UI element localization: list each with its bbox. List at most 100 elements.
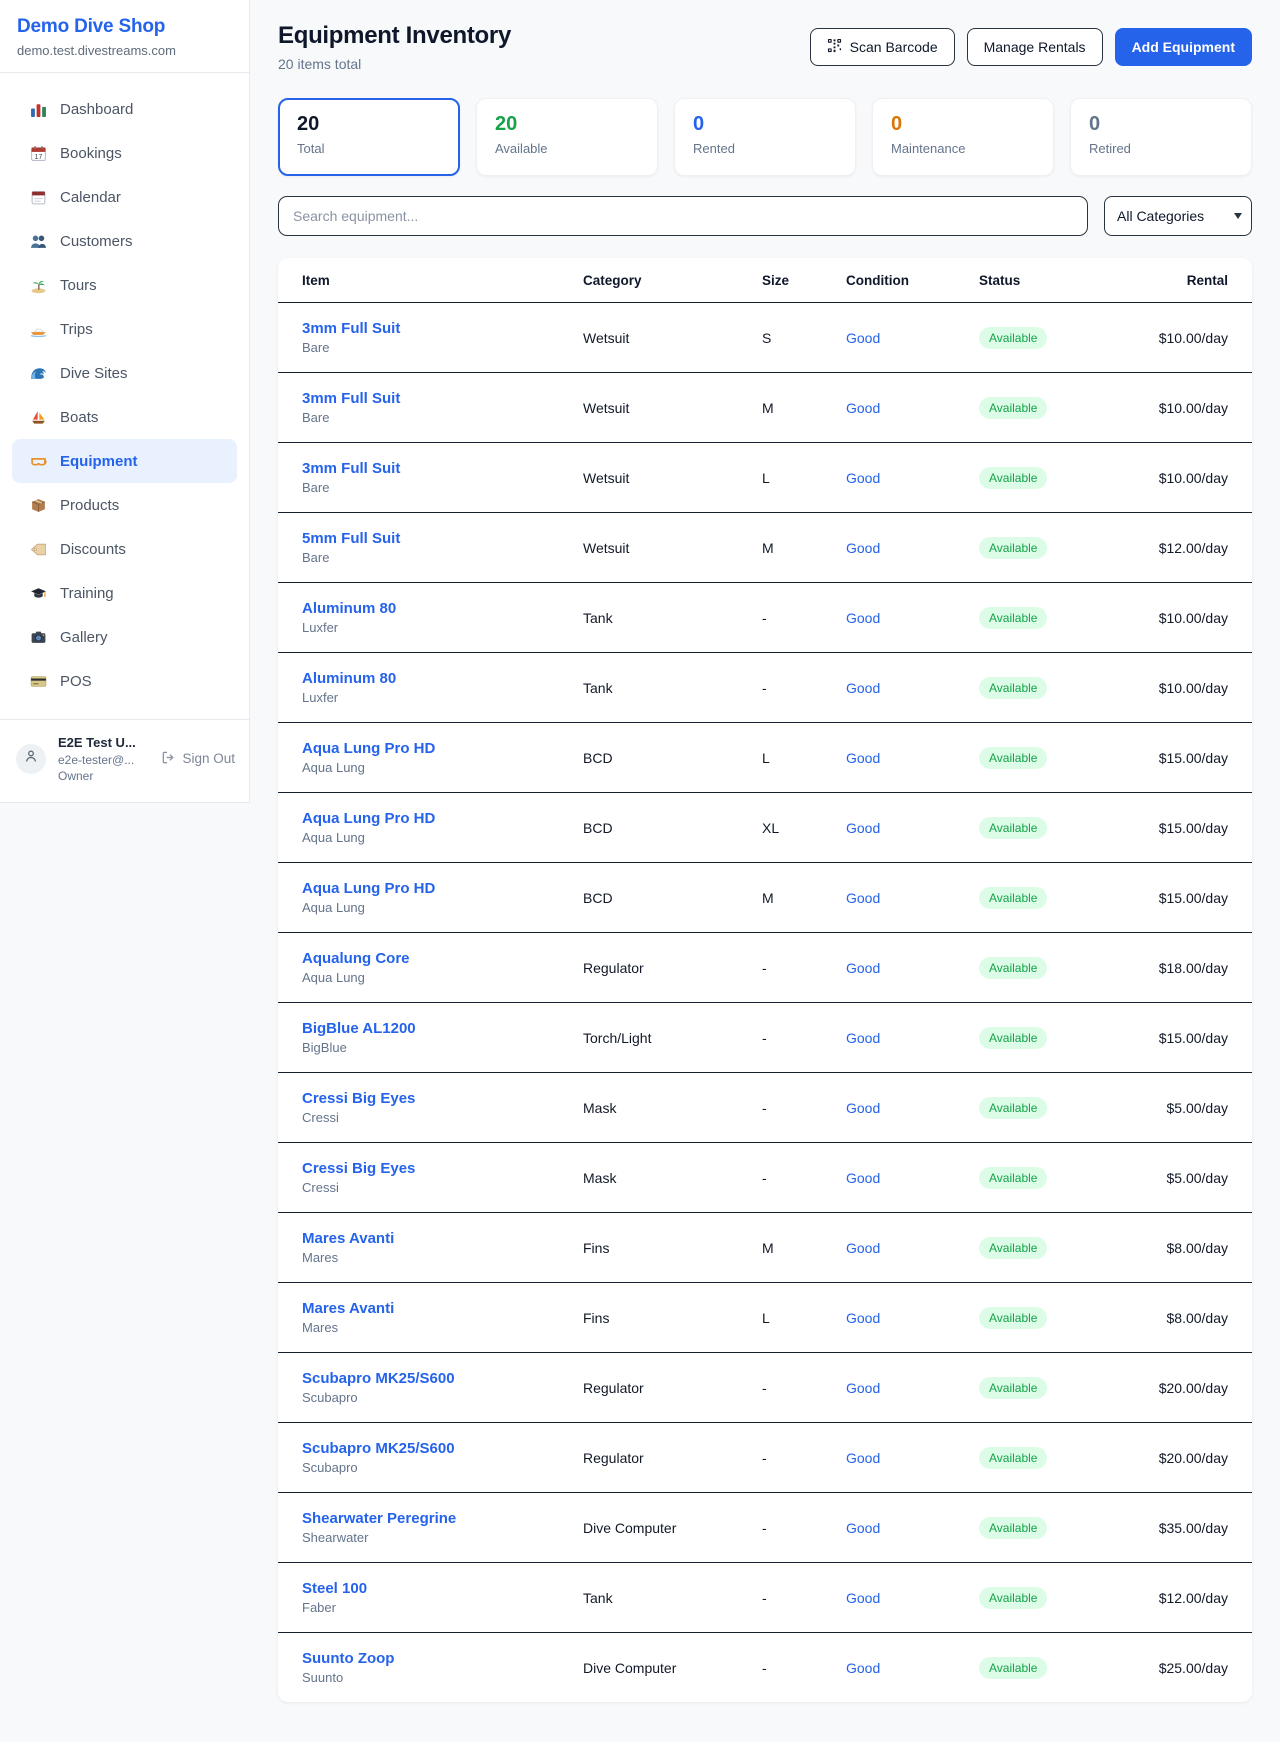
item-status-cell: Available <box>979 817 1129 839</box>
item-condition-link[interactable]: Good <box>846 1660 880 1676</box>
stat-card-maintenance[interactable]: 0 Maintenance <box>872 98 1054 176</box>
item-condition-cell: Good <box>846 680 979 696</box>
item-name-link[interactable]: BigBlue AL1200 <box>302 1020 416 1037</box>
item-name-link[interactable]: Shearwater Peregrine <box>302 1510 456 1527</box>
item-name-link[interactable]: 5mm Full Suit <box>302 530 400 547</box>
status-badge: Available <box>979 677 1047 699</box>
item-status-cell: Available <box>979 1517 1129 1539</box>
item-name-link[interactable]: Aqualung Core <box>302 950 410 967</box>
status-badge: Available <box>979 747 1047 769</box>
calendar-date-icon: 17 <box>30 145 47 162</box>
item-condition-link[interactable]: Good <box>846 820 880 836</box>
table-row: Cressi Big Eyes Cressi Mask - Good Avail… <box>278 1072 1252 1142</box>
stat-card-total[interactable]: 20 Total <box>278 98 460 176</box>
item-brand: Scubapro <box>302 1460 583 1475</box>
item-name-link[interactable]: 3mm Full Suit <box>302 320 400 337</box>
item-condition-link[interactable]: Good <box>846 1520 880 1536</box>
item-name-link[interactable]: Mares Avanti <box>302 1230 394 1247</box>
sidebar-item-pos[interactable]: POS <box>12 659 237 703</box>
scan-barcode-label: Scan Barcode <box>850 39 938 55</box>
category-select-wrap: All Categories <box>1104 196 1252 236</box>
sidebar-item-bookings[interactable]: 17 Bookings <box>12 131 237 175</box>
item-condition-link[interactable]: Good <box>846 470 880 486</box>
item-condition-cell: Good <box>846 1660 979 1676</box>
item-size: - <box>762 1100 846 1116</box>
stat-card-rented[interactable]: 0 Rented <box>674 98 856 176</box>
sidebar-item-discounts[interactable]: Discounts <box>12 527 237 571</box>
stat-card-retired[interactable]: 0 Retired <box>1070 98 1252 176</box>
item-name-link[interactable]: Cressi Big Eyes <box>302 1090 415 1107</box>
item-rental: $10.00/day <box>1129 680 1228 696</box>
brand[interactable]: Demo Dive Shop <box>17 16 233 38</box>
item-name-link[interactable]: Aluminum 80 <box>302 670 396 687</box>
category-select[interactable]: All Categories <box>1104 196 1252 236</box>
table-row: Aluminum 80 Luxfer Tank - Good Available… <box>278 652 1252 722</box>
search-input[interactable] <box>278 196 1088 236</box>
sidebar-item-equipment[interactable]: Equipment <box>12 439 237 483</box>
sidebar-item-trips[interactable]: Trips <box>12 307 237 351</box>
table-row: 3mm Full Suit Bare Wetsuit S Good Availa… <box>278 302 1252 372</box>
item-name-link[interactable]: Aluminum 80 <box>302 600 396 617</box>
sidebar-item-label: Customers <box>60 233 133 250</box>
item-condition-link[interactable]: Good <box>846 1450 880 1466</box>
item-name-link[interactable]: Aqua Lung Pro HD <box>302 740 435 757</box>
stat-cards: 20 Total 20 Available 0 Rented 0 Mainten… <box>278 98 1252 176</box>
item-category: Regulator <box>583 1450 762 1466</box>
sidebar-item-training[interactable]: Training <box>12 571 237 615</box>
status-badge: Available <box>979 1377 1047 1399</box>
item-name-link[interactable]: Aqua Lung Pro HD <box>302 810 435 827</box>
item-condition-link[interactable]: Good <box>846 540 880 556</box>
sidebar-item-boats[interactable]: Boats <box>12 395 237 439</box>
item-name-link[interactable]: Scubapro MK25/S600 <box>302 1440 455 1457</box>
item-status-cell: Available <box>979 1587 1129 1609</box>
item-name-link[interactable]: Aqua Lung Pro HD <box>302 880 435 897</box>
item-name-link[interactable]: Cressi Big Eyes <box>302 1160 415 1177</box>
item-name-link[interactable]: 3mm Full Suit <box>302 460 400 477</box>
table-row: 3mm Full Suit Bare Wetsuit M Good Availa… <box>278 372 1252 442</box>
add-equipment-button[interactable]: Add Equipment <box>1115 28 1252 66</box>
item-name-link[interactable]: Scubapro MK25/S600 <box>302 1370 455 1387</box>
item-condition-link[interactable]: Good <box>846 1590 880 1606</box>
item-condition-link[interactable]: Good <box>846 330 880 346</box>
item-condition-link[interactable]: Good <box>846 400 880 416</box>
item-rental: $12.00/day <box>1129 540 1228 556</box>
item-condition-link[interactable]: Good <box>846 960 880 976</box>
item-condition-link[interactable]: Good <box>846 890 880 906</box>
item-cell: Steel 100 Faber <box>302 1580 583 1615</box>
item-cell: Scubapro MK25/S600 Scubapro <box>302 1370 583 1405</box>
item-condition-link[interactable]: Good <box>846 1380 880 1396</box>
item-name-link[interactable]: 3mm Full Suit <box>302 390 400 407</box>
stat-value: 0 <box>1089 113 1233 136</box>
sign-out-button[interactable]: Sign Out <box>161 750 235 768</box>
item-name-link[interactable]: Mares Avanti <box>302 1300 394 1317</box>
item-category: Regulator <box>583 960 762 976</box>
item-condition-link[interactable]: Good <box>846 680 880 696</box>
item-condition-link[interactable]: Good <box>846 1170 880 1186</box>
item-condition-link[interactable]: Good <box>846 610 880 626</box>
table-row: 3mm Full Suit Bare Wetsuit L Good Availa… <box>278 442 1252 512</box>
item-category: Dive Computer <box>583 1660 762 1676</box>
item-condition-cell: Good <box>846 960 979 976</box>
status-badge: Available <box>979 1167 1047 1189</box>
item-condition-link[interactable]: Good <box>846 750 880 766</box>
item-condition-link[interactable]: Good <box>846 1100 880 1116</box>
sidebar-item-dive-sites[interactable]: Dive Sites <box>12 351 237 395</box>
item-size: - <box>762 1520 846 1536</box>
manage-rentals-button[interactable]: Manage Rentals <box>967 28 1103 66</box>
item-condition-link[interactable]: Good <box>846 1310 880 1326</box>
sidebar-item-tours[interactable]: Tours <box>12 263 237 307</box>
sidebar-item-gallery[interactable]: Gallery <box>12 615 237 659</box>
sidebar-item-calendar[interactable]: Calendar <box>12 175 237 219</box>
item-condition-link[interactable]: Good <box>846 1030 880 1046</box>
item-name-link[interactable]: Suunto Zoop <box>302 1650 394 1667</box>
item-cell: Aluminum 80 Luxfer <box>302 600 583 635</box>
sidebar-item-dashboard[interactable]: Dashboard <box>12 87 237 131</box>
scan-barcode-button[interactable]: Scan Barcode <box>810 28 955 66</box>
item-condition-link[interactable]: Good <box>846 1240 880 1256</box>
sidebar-item-products[interactable]: Products <box>12 483 237 527</box>
item-name-link[interactable]: Steel 100 <box>302 1580 367 1597</box>
stat-card-available[interactable]: 20 Available <box>476 98 658 176</box>
sidebar-item-customers[interactable]: Customers <box>12 219 237 263</box>
item-rental: $15.00/day <box>1129 820 1228 836</box>
item-condition-cell: Good <box>846 1240 979 1256</box>
